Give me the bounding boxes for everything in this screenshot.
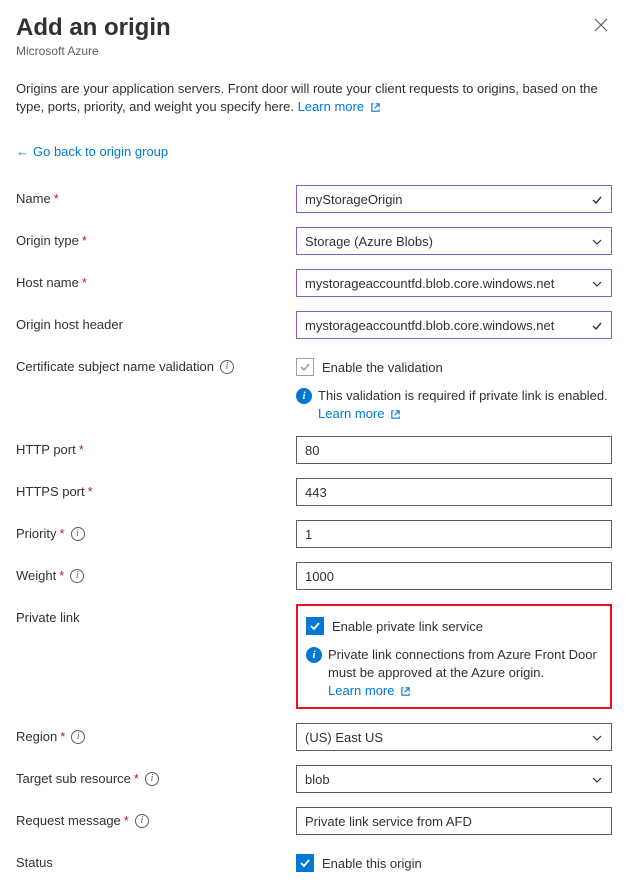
info-icon[interactable]: i [71, 730, 85, 744]
info-blue-icon: i [296, 388, 312, 404]
region-label: Region [16, 729, 57, 744]
back-arrow-icon: ← [16, 144, 29, 159]
private-link-label: Private link [16, 610, 80, 625]
private-link-info: Private link connections from Azure Fron… [328, 646, 602, 699]
origin-type-label: Origin type [16, 233, 79, 248]
private-link-learn-more-link[interactable]: Learn more [328, 683, 411, 698]
request-message-input[interactable] [296, 807, 612, 835]
required-indicator: * [134, 771, 139, 786]
private-link-checkbox[interactable] [306, 617, 324, 635]
check-icon [591, 192, 603, 207]
chevron-down-icon [591, 772, 603, 787]
required-indicator: * [59, 568, 64, 583]
required-indicator: * [54, 191, 59, 206]
region-select[interactable]: (US) East US [296, 723, 612, 751]
page-title: Add an origin [16, 14, 171, 42]
back-link[interactable]: ←Go back to origin group [16, 144, 612, 159]
https-port-input[interactable] [296, 478, 612, 506]
private-link-highlight: Enable private link service i Private li… [296, 604, 612, 709]
cert-validation-label: Certificate subject name validation [16, 359, 214, 374]
check-icon [591, 318, 603, 333]
required-indicator: * [82, 275, 87, 290]
https-port-label: HTTPS port [16, 484, 85, 499]
info-blue-icon: i [306, 647, 322, 663]
close-button[interactable] [590, 14, 612, 36]
host-name-select[interactable]: mystorageaccountfd.blob.core.windows.net [296, 269, 612, 297]
private-link-checkbox-label: Enable private link service [332, 619, 483, 634]
required-indicator: * [59, 526, 64, 541]
required-indicator: * [88, 484, 93, 499]
cert-validation-checkbox[interactable] [296, 358, 314, 376]
required-indicator: * [79, 442, 84, 457]
status-label: Status [16, 855, 53, 870]
cert-validation-learn-more-link[interactable]: Learn more [318, 406, 401, 421]
http-port-label: HTTP port [16, 442, 76, 457]
weight-input[interactable] [296, 562, 612, 590]
origin-type-select[interactable]: Storage (Azure Blobs) [296, 227, 612, 255]
target-sub-resource-select[interactable]: blob [296, 765, 612, 793]
chevron-down-icon [591, 730, 603, 745]
priority-input[interactable] [296, 520, 612, 548]
required-indicator: * [124, 813, 129, 828]
info-icon[interactable]: i [135, 814, 149, 828]
external-link-icon [370, 102, 381, 113]
status-checkbox-label: Enable this origin [322, 856, 422, 871]
chevron-down-icon [591, 234, 603, 249]
info-icon[interactable]: i [70, 569, 84, 583]
close-icon [594, 18, 608, 32]
chevron-down-icon [591, 276, 603, 291]
host-name-label: Host name [16, 275, 79, 290]
origin-host-header-label: Origin host header [16, 317, 123, 332]
description-text: Origins are your application servers. Fr… [16, 80, 612, 116]
info-icon[interactable]: i [71, 527, 85, 541]
cert-validation-info: This validation is required if private l… [318, 387, 612, 422]
cert-validation-checkbox-label: Enable the validation [322, 360, 443, 375]
priority-label: Priority [16, 526, 56, 541]
page-subtitle: Microsoft Azure [16, 44, 171, 58]
required-indicator: * [60, 729, 65, 744]
http-port-input[interactable] [296, 436, 612, 464]
name-input[interactable]: myStorageOrigin [296, 185, 612, 213]
required-indicator: * [82, 233, 87, 248]
external-link-icon [390, 409, 401, 420]
target-sub-resource-label: Target sub resource [16, 771, 131, 786]
name-label: Name [16, 191, 51, 206]
request-message-label: Request message [16, 813, 121, 828]
status-checkbox[interactable] [296, 854, 314, 872]
description-learn-more-link[interactable]: Learn more [298, 99, 381, 114]
external-link-icon [400, 686, 411, 697]
info-icon[interactable]: i [145, 772, 159, 786]
weight-label: Weight [16, 568, 56, 583]
origin-host-header-input[interactable]: mystorageaccountfd.blob.core.windows.net [296, 311, 612, 339]
info-icon[interactable]: i [220, 360, 234, 374]
